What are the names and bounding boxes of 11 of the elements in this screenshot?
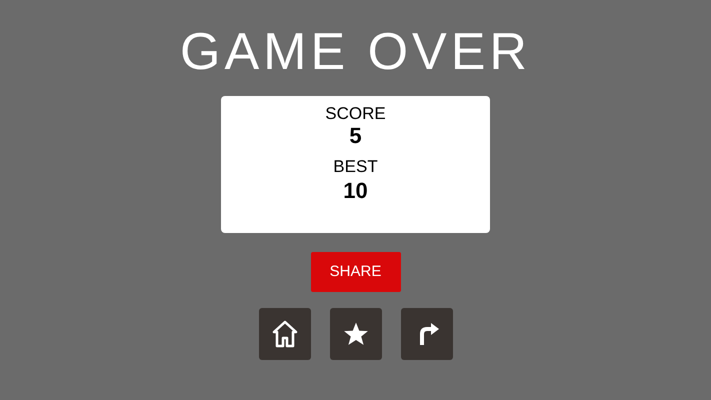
best-label: BEST	[333, 157, 378, 177]
score-value: 5	[349, 124, 362, 148]
game-over-title: GAME OVER	[180, 22, 531, 82]
home-icon	[272, 320, 298, 348]
star-icon	[342, 321, 368, 347]
star-button[interactable]	[330, 308, 382, 360]
redo-button[interactable]	[400, 308, 452, 360]
best-value: 10	[343, 177, 368, 205]
score-label: SCORE	[325, 104, 386, 124]
share-button[interactable]: SHARE	[310, 252, 400, 292]
home-button[interactable]	[258, 308, 310, 360]
